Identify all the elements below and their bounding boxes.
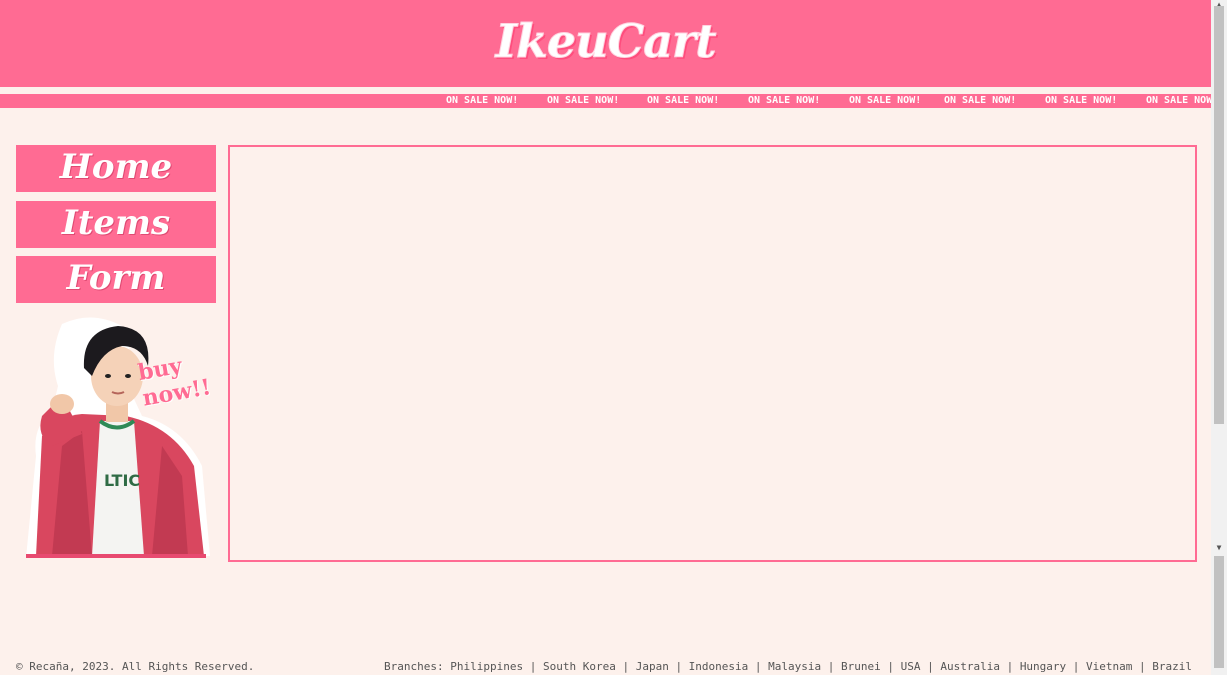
nav-home-button[interactable]: Home xyxy=(16,145,216,192)
marquee-item: ON SALE NOW! xyxy=(647,95,720,106)
promo-image: LTIC buy now!! xyxy=(22,316,213,560)
marquee-item: ON SALE NOW! xyxy=(748,95,821,106)
scroll-down-icon[interactable]: ▼ xyxy=(1211,543,1227,553)
marquee-item: ON SALE NOW! xyxy=(944,95,1017,106)
marquee-item: ON SALE NOW! xyxy=(849,95,922,106)
vertical-scrollbar[interactable]: ▲ ▼ xyxy=(1211,0,1227,675)
footer-copyright: © Recaña, 2023. All Rights Reserved. xyxy=(16,660,255,673)
content-frame[interactable] xyxy=(228,145,1197,562)
site-header: IkeuCart xyxy=(0,0,1211,87)
nav-items-button[interactable]: Items xyxy=(16,201,216,248)
scrollbar-thumb[interactable] xyxy=(1214,6,1224,424)
scrollbar-track-lower[interactable] xyxy=(1214,556,1224,668)
marquee-item: ON SALE NOW! xyxy=(547,95,620,106)
marquee-item: ON SALE NOW! xyxy=(1045,95,1118,106)
sale-marquee: ON SALE NOW! ON SALE NOW! ON SALE NOW! O… xyxy=(0,94,1211,108)
footer-branches: Branches: Philippines | South Korea | Ja… xyxy=(384,660,1192,673)
marquee-item: ON SALE NOW! xyxy=(446,95,519,106)
svg-text:LTIC: LTIC xyxy=(104,471,140,490)
site-logo[interactable]: IkeuCart xyxy=(495,13,717,68)
marquee-item: ON SALE NOW xyxy=(1146,95,1211,106)
nav-form-button[interactable]: Form xyxy=(16,256,216,303)
